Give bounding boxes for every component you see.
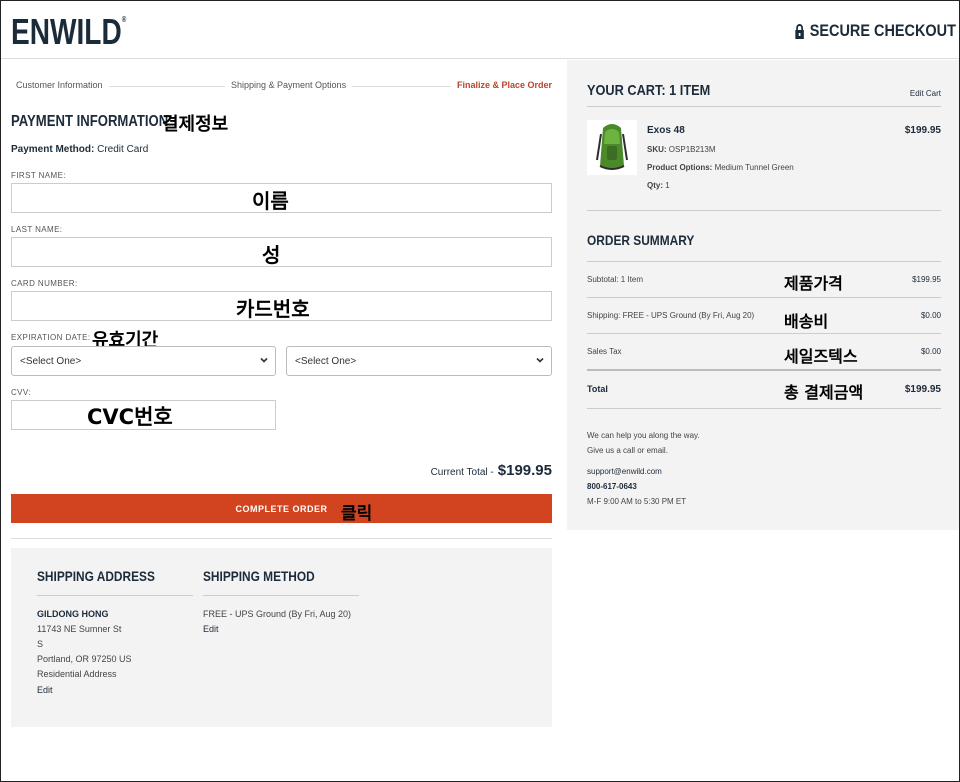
shipping-address-rule <box>37 595 193 596</box>
lock-icon <box>795 23 804 39</box>
product-thumbnail[interactable] <box>587 120 637 175</box>
cvv-label: CVV: <box>11 388 31 397</box>
sku-value: OSP1B213M <box>668 145 716 154</box>
step-finalize-order: Finalize & Place Order <box>450 80 552 90</box>
secure-checkout-label: SECURE CHECKOUT <box>809 21 956 40</box>
options-label: Product Options: <box>647 163 713 172</box>
current-total: Current Total - $199.95 <box>431 462 552 479</box>
subtotal-annotation: 제품가격 <box>784 274 843 293</box>
options-value: Medium Tunnel Green <box>714 163 794 172</box>
step-customer-information[interactable]: Customer Information <box>11 80 109 90</box>
current-total-label: Current Total - <box>430 467 494 478</box>
subtotal-label: Subtotal: 1 Item <box>587 275 644 284</box>
cvv-annotation: CVC번호 <box>87 405 173 429</box>
payment-method-value: Credit Card <box>97 144 149 155</box>
product-qty: Qty: 1 <box>647 181 670 190</box>
complete-order-button[interactable]: COMPLETE ORDER <box>11 494 552 523</box>
summary-rule-2 <box>587 333 941 334</box>
sales-tax-value: $0.00 <box>920 347 941 356</box>
sales-tax-annotation: 세일즈텍스 <box>784 347 858 366</box>
shipping-street: 11743 NE Sumner St <box>37 624 122 634</box>
expiration-month-value: <Select One> <box>20 356 82 367</box>
edit-shipping-method-link[interactable]: Edit <box>203 624 219 634</box>
help-line-1: We can help you along the way. <box>587 431 700 440</box>
qty-label: Qty: <box>647 181 663 190</box>
card-number-annotation: 카드번호 <box>236 297 310 321</box>
shipping-name: GILDONG HONG <box>37 609 109 619</box>
summary-rule-0 <box>587 261 941 262</box>
expiration-date-label: EXPIRATION DATE: <box>11 333 91 342</box>
complete-order-annotation: 클릭 <box>341 504 373 524</box>
expiration-month-select[interactable]: <Select One> <box>11 346 276 376</box>
checkout-steps: Customer Information Shipping & Payment … <box>11 78 552 94</box>
last-name-annotation: 성 <box>262 243 281 267</box>
shipping-city: Portland, OR 97250 US <box>37 654 132 664</box>
last-name-input[interactable] <box>11 237 552 267</box>
support-hours: M-F 9:00 AM to 5:30 PM ET <box>587 497 687 506</box>
shipping-method-title: SHIPPING METHOD <box>203 568 315 584</box>
payment-method-label: Payment Method: <box>11 144 95 155</box>
secure-checkout-badge: SECURE CHECKOUT <box>795 21 956 41</box>
shipping-address-type: Residential Address <box>37 669 117 679</box>
qty-value: 1 <box>665 181 670 190</box>
payment-title-annotation: 결제정보 <box>162 114 229 135</box>
backpack-image <box>596 124 628 170</box>
payment-information-title: PAYMENT INFORMATION <box>11 113 169 130</box>
shipping-cost-label: Shipping: FREE - UPS Ground (By Fri, Aug… <box>587 311 755 320</box>
total-value: $199.95 <box>904 384 941 395</box>
site-header: ENWILD® SECURE CHECKOUT <box>1 1 959 59</box>
summary-rule-3 <box>587 369 941 371</box>
chevron-down-icon <box>536 357 544 363</box>
expiration-year-value: <Select One> <box>295 356 357 367</box>
shipping-method-rule <box>203 595 359 596</box>
shipping-method-value: FREE - UPS Ground (By Fri, Aug 20) <box>203 609 352 619</box>
product-sku: SKU: OSP1B213M <box>647 145 716 154</box>
help-line-2: Give us a call or email. <box>587 446 668 455</box>
order-summary-title: ORDER SUMMARY <box>587 232 695 248</box>
step-shipping-payment[interactable]: Shipping & Payment Options <box>225 80 353 90</box>
total-label: Total <box>587 384 608 394</box>
edit-address-link[interactable]: Edit <box>37 685 53 695</box>
sales-tax-label: Sales Tax <box>587 347 622 356</box>
shipping-street2: S <box>37 639 44 649</box>
chevron-down-icon <box>260 357 268 363</box>
shipping-address-title: SHIPPING ADDRESS <box>37 568 155 584</box>
cart-title-rule <box>587 106 941 107</box>
first-name-annotation: 이름 <box>252 189 289 213</box>
sku-label: SKU: <box>647 145 667 154</box>
summary-rule-1 <box>587 297 941 298</box>
expiration-year-select[interactable]: <Select One> <box>286 346 552 376</box>
payment-method: Payment Method: Credit Card <box>11 144 148 155</box>
edit-cart-link[interactable]: Edit Cart <box>910 89 941 98</box>
brand-logo[interactable]: ENWILD® <box>11 11 126 53</box>
total-annotation: 총 결제금액 <box>784 383 864 402</box>
current-total-value: $199.95 <box>497 462 552 479</box>
product-price: $199.95 <box>904 125 941 136</box>
cart-item-rule <box>587 210 941 211</box>
shipping-details-panel: SHIPPING ADDRESS GILDONG HONG 11743 NE S… <box>11 548 552 727</box>
shipping-cost-annotation: 배송비 <box>784 312 829 331</box>
first-name-label: FIRST NAME: <box>11 171 66 180</box>
subtotal-value: $199.95 <box>912 275 941 284</box>
section-divider <box>11 538 552 539</box>
product-name[interactable]: Exos 48 <box>647 125 685 136</box>
support-email-link[interactable]: support@enwild.com <box>587 467 662 476</box>
shipping-cost-value: $0.00 <box>920 311 941 320</box>
card-number-label: CARD NUMBER: <box>11 279 78 288</box>
summary-rule-4 <box>587 408 941 409</box>
cart-sidebar: YOUR CART: 1 ITEM Edit Cart Exos 48 $199… <box>567 60 959 530</box>
cart-title: YOUR CART: 1 ITEM <box>587 82 711 99</box>
product-options: Product Options: Medium Tunnel Green <box>647 163 794 172</box>
support-phone-link[interactable]: 800-617-0643 <box>587 482 637 491</box>
last-name-label: LAST NAME: <box>11 225 63 234</box>
